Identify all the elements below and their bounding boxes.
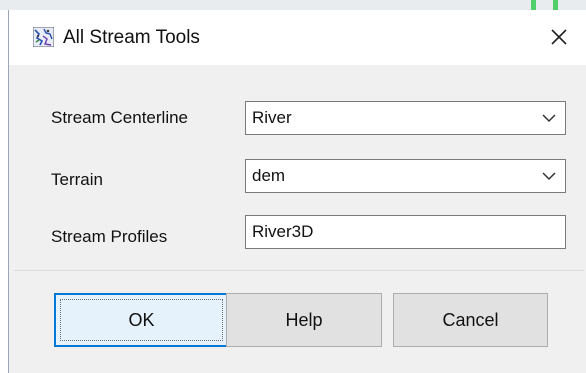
background-glint xyxy=(531,0,536,10)
all-stream-tools-dialog: All Stream Tools Stream Centerline River… xyxy=(8,10,586,373)
stream-centerline-dropdown[interactable]: River xyxy=(245,101,566,135)
close-button[interactable] xyxy=(538,18,580,56)
ok-button[interactable]: OK xyxy=(54,293,229,347)
chevron-down-icon xyxy=(542,172,556,181)
help-button[interactable]: Help xyxy=(226,293,382,347)
stream-profiles-input[interactable]: River3D xyxy=(245,215,566,249)
terrain-dropdown[interactable]: dem xyxy=(245,159,566,193)
stream-profiles-label: Stream Profiles xyxy=(51,227,168,246)
desktop-background-strip xyxy=(0,0,586,10)
all-stream-tools-app-icon xyxy=(33,27,54,47)
chevron-down-icon xyxy=(542,114,556,123)
close-icon xyxy=(551,29,567,45)
help-button-label: Help xyxy=(285,309,323,330)
dialog-title: All Stream Tools xyxy=(63,27,200,48)
screen: All Stream Tools Stream Centerline River… xyxy=(0,0,586,373)
dialog-client-area: Stream Centerline River Terrain dem Stre… xyxy=(9,65,586,373)
title-bar[interactable]: All Stream Tools xyxy=(9,10,586,65)
stream-centerline-value: River xyxy=(252,108,292,127)
ok-button-label: OK xyxy=(128,309,155,330)
cancel-button-label: Cancel xyxy=(442,309,499,330)
cancel-button[interactable]: Cancel xyxy=(393,293,548,347)
terrain-label: Terrain xyxy=(51,170,103,189)
terrain-value: dem xyxy=(252,166,286,185)
button-area-divider xyxy=(14,270,584,271)
stream-centerline-label: Stream Centerline xyxy=(51,108,189,127)
background-glint xyxy=(553,0,558,10)
stream-profiles-value: River3D xyxy=(252,222,314,241)
